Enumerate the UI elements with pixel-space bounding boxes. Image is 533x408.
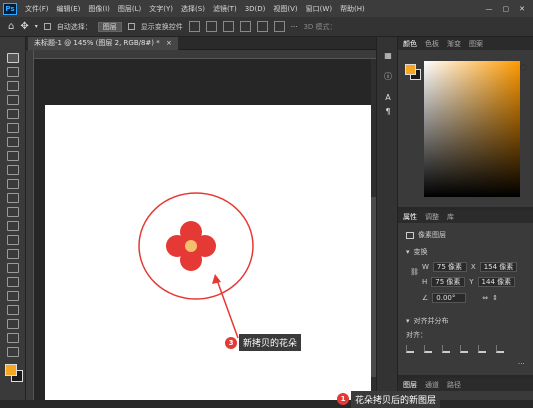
x-label: X (471, 263, 476, 271)
info-icon[interactable]: ⓘ (383, 71, 393, 81)
angle-field[interactable]: 0.00° (432, 293, 466, 303)
size-y-row: H 75 像素 Y 144 像素 (422, 277, 515, 287)
angle-icon: ∠ (422, 294, 428, 302)
align-distribute-label: 对齐并分布 (414, 316, 449, 326)
annotation-arrow (217, 280, 238, 338)
align-vertical-centers-icon[interactable] (478, 345, 486, 353)
tab-libraries[interactable]: 库 (447, 212, 454, 222)
annotation-arrowhead (212, 274, 221, 284)
tab-layers[interactable]: 图层 (403, 380, 417, 390)
align-buttons (406, 345, 504, 353)
paragraph-icon[interactable]: ¶ (383, 107, 393, 117)
align-left-edges-icon[interactable] (406, 345, 414, 353)
h-label: H (422, 278, 427, 286)
panel-foreground-swatch[interactable] (405, 64, 416, 75)
color-panel-tabs: 颜色 色板 渐变 图案 (398, 37, 533, 50)
chevron-down-icon: ▾ (406, 317, 410, 325)
x-field[interactable]: 154 像素 (480, 262, 518, 272)
chevron-down-icon: ▾ (406, 248, 410, 256)
tab-channels[interactable]: 通道 (425, 380, 439, 390)
annotation-label: 新拷贝的花朵 (239, 334, 301, 351)
flip-vertical-icon[interactable]: ⇕ (492, 294, 498, 302)
properties-panel: 属性 调整 库 像素图层 ▾ 变换 W 75 像素 X 154 像素 H 75 … (398, 210, 533, 375)
layer-type-row: 像素图层 (406, 230, 446, 240)
flip-horizontal-icon[interactable]: ⇔ (482, 294, 488, 302)
rotation-row: ∠ 0.00° ⇔ ⇕ (422, 293, 498, 303)
y-field[interactable]: 144 像素 (478, 277, 516, 287)
annotation-badge: 3 (225, 337, 237, 349)
align-right-edges-icon[interactable] (442, 345, 450, 353)
align-bottom-edges-icon[interactable] (496, 345, 504, 353)
properties-panel-tabs: 属性 调整 库 (398, 210, 533, 223)
layers-panel-tabs: 图层 通道 路径 (398, 378, 533, 391)
tab-gradients[interactable]: 渐变 (447, 39, 461, 49)
tab-properties[interactable]: 属性 (403, 212, 417, 222)
height-field[interactable]: 75 像素 (431, 277, 465, 287)
w-label: W (422, 263, 429, 271)
tab-adjustments[interactable]: 调整 (425, 212, 439, 222)
align-label: 对齐： (406, 330, 427, 340)
link-icon[interactable]: ⛓ (410, 268, 419, 276)
color-panel: 颜色 色板 渐变 图案 (398, 37, 533, 207)
flower-center (185, 240, 197, 252)
history-icon[interactable]: ▦ (383, 51, 393, 61)
color-picker-field[interactable] (424, 61, 520, 197)
flower-petal-right (194, 235, 216, 257)
y-label: Y (469, 278, 473, 286)
transform-label: 变换 (414, 247, 428, 257)
panel-icon-strip: ▦ ⓘ A ¶ (376, 37, 398, 400)
more-options-icon[interactable]: ··· (518, 360, 525, 368)
width-field[interactable]: 75 像素 (433, 262, 467, 272)
align-header[interactable]: ▾ 对齐并分布 (406, 316, 449, 326)
flower-petal-left (166, 235, 188, 257)
pixel-layer-icon (406, 232, 414, 239)
align-horizontal-centers-icon[interactable] (424, 345, 432, 353)
align-label-row: 对齐： (406, 330, 427, 340)
tab-color[interactable]: 颜色 (403, 39, 417, 49)
foreground-color-swatch[interactable] (5, 364, 17, 376)
align-top-edges-icon[interactable] (460, 345, 468, 353)
color-picker-cursor[interactable] (520, 64, 527, 71)
flower-graphic[interactable] (166, 221, 216, 271)
transform-header[interactable]: ▾ 变换 (406, 247, 428, 257)
tab-patterns[interactable]: 图案 (469, 39, 483, 49)
annotation-badge: 1 (337, 393, 349, 405)
size-x-row: W 75 像素 X 154 像素 (422, 262, 517, 272)
layer-type-label: 像素图层 (418, 230, 446, 240)
character-icon[interactable]: A (383, 93, 393, 103)
tab-paths[interactable]: 路径 (447, 380, 461, 390)
tab-swatches[interactable]: 色板 (425, 39, 439, 49)
